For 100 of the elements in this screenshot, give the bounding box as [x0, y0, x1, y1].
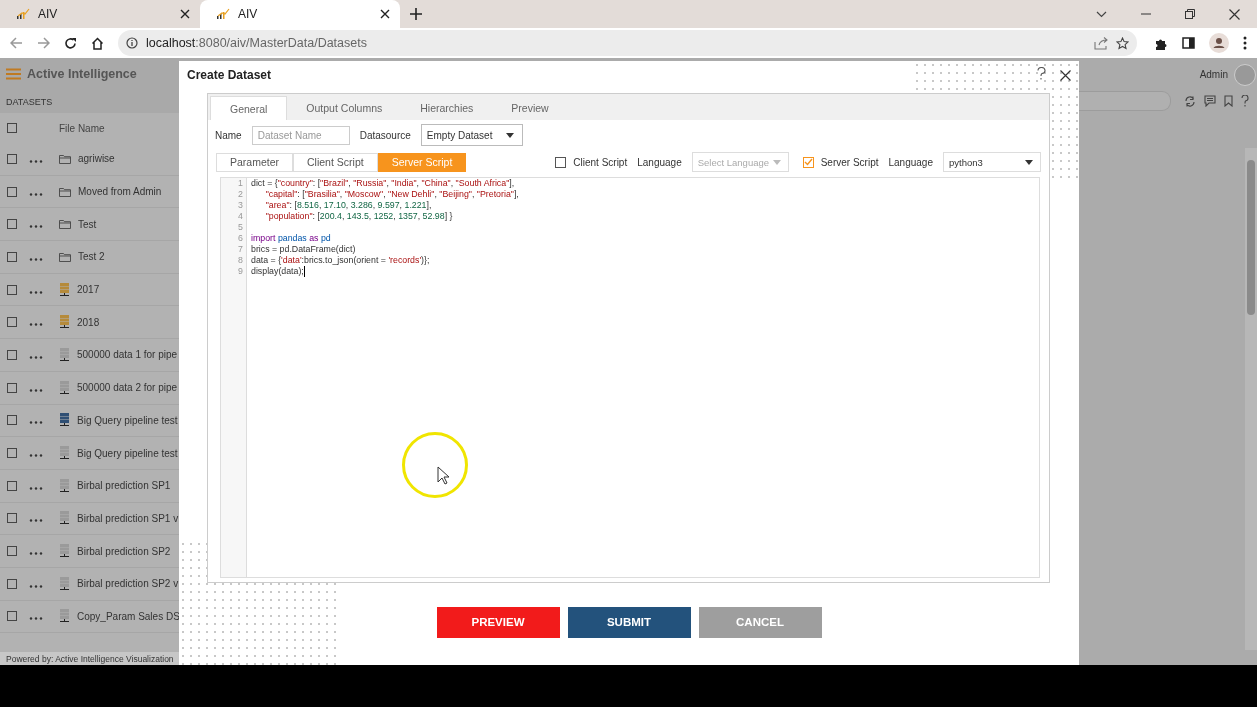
field-label: Language	[888, 156, 933, 168]
home-icon[interactable]	[91, 36, 104, 50]
row-checkbox[interactable]	[7, 415, 17, 426]
address-bar[interactable]: localhost:8080/aiv/MasterData/Datasets	[118, 30, 1137, 56]
tab-title: AIV	[238, 7, 259, 21]
row-checkbox[interactable]	[7, 219, 17, 230]
folder-icon	[59, 251, 71, 262]
checkbox-label: Server Script	[820, 156, 879, 168]
tab[interactable]: General	[210, 96, 288, 120]
close-tab-icon[interactable]	[380, 9, 390, 19]
restore-icon[interactable]	[1185, 9, 1195, 19]
refresh-icon[interactable]	[1184, 95, 1196, 107]
line-number: 3	[237, 200, 243, 211]
action-button[interactable]: SUBMIT	[567, 606, 691, 638]
file-name[interactable]: Birbal prediction SP1	[77, 480, 171, 492]
code-line: "area": [8.516, 17.10, 3.286, 9.597, 1.221],	[264, 200, 432, 211]
folder-icon	[59, 186, 71, 197]
file-name[interactable]: Test 2	[78, 251, 105, 263]
scrollbar[interactable]	[1245, 148, 1257, 650]
close-icon[interactable]	[1229, 8, 1240, 20]
file-name[interactable]: Moved from Admin	[78, 186, 162, 198]
user-name: Admin	[1199, 69, 1228, 80]
app-title: Active Intelligence	[27, 66, 137, 81]
browser-tab[interactable]: AIV	[200, 0, 400, 28]
file-name[interactable]: Birbal prediction SP2 v	[77, 578, 179, 590]
chart-logo-icon	[216, 8, 230, 20]
file-name[interactable]: Copy_Param Sales DS	[77, 610, 179, 622]
tab-title: AIV	[38, 7, 59, 21]
datasource-dropdown[interactable]: Empty Dataset	[420, 124, 524, 146]
footer-text: Powered by: Active Intelligence Visualization	[0, 652, 179, 665]
file-name[interactable]: 2018	[77, 316, 100, 328]
help-icon[interactable]	[1037, 67, 1046, 83]
close-tab-icon[interactable]	[180, 9, 190, 19]
file-name[interactable]: 500000 data 2 for pipe	[77, 382, 178, 394]
search-field[interactable]	[1079, 91, 1171, 111]
more-icon[interactable]	[1243, 36, 1247, 50]
line-number: 6	[237, 233, 243, 244]
tab[interactable]: Preview	[492, 96, 568, 120]
mouse-pointer-icon	[437, 466, 449, 485]
code-line: "population": [200.4, 143.5, 1252, 1357, 52.98] }	[264, 211, 453, 222]
field-label: Language	[637, 156, 682, 168]
profile-icon[interactable]	[1209, 33, 1229, 53]
row-checkbox[interactable]	[7, 611, 17, 622]
tab[interactable]: Hierarchies	[401, 96, 493, 120]
info-icon	[126, 37, 138, 49]
file-name[interactable]: Birbal prediction SP2	[77, 545, 171, 557]
star-icon[interactable]	[1116, 36, 1129, 50]
action-button[interactable]: PREVIEW	[436, 606, 560, 638]
row-checkbox[interactable]	[7, 480, 17, 491]
code-line: "capital": ["Brasilia", "Moscow", "New Dehli", "Beijing", "Pretoria"],	[264, 189, 519, 200]
select-all-checkbox[interactable]	[7, 123, 17, 133]
url-text: localhost:8080/aiv/MasterData/Datasets	[146, 36, 367, 50]
file-name[interactable]: Big Query pipeline test	[77, 447, 178, 459]
file-name[interactable]: 2017	[77, 284, 100, 296]
field-label: Name	[215, 129, 242, 141]
code-line: brics = pd.DataFrame(dict)	[251, 244, 356, 255]
help-icon[interactable]	[1241, 95, 1249, 107]
bookmark-icon[interactable]	[1224, 95, 1233, 107]
reload-icon[interactable]	[64, 36, 77, 50]
comment-icon[interactable]	[1204, 95, 1216, 107]
line-number: 1	[237, 178, 243, 189]
file-name[interactable]: agriwise	[78, 153, 115, 165]
line-number: 2	[237, 189, 243, 200]
row-checkbox[interactable]	[7, 251, 17, 262]
row-checkbox[interactable]	[7, 448, 17, 459]
row-checkbox[interactable]	[7, 284, 17, 295]
dialog-title: Create Dataset	[187, 68, 273, 82]
row-checkbox[interactable]	[7, 513, 17, 524]
row-checkbox[interactable]	[7, 186, 17, 197]
share-icon[interactable]	[1094, 36, 1108, 50]
field-label: Datasource	[359, 129, 411, 141]
chart-logo-icon	[16, 8, 30, 20]
row-checkbox[interactable]	[7, 546, 17, 557]
file-name[interactable]: Test	[78, 218, 97, 230]
side-panel-icon[interactable]	[1182, 37, 1195, 49]
script-tab[interactable]: Client Script	[293, 152, 378, 172]
name-input[interactable]: Dataset Name	[251, 125, 350, 145]
line-number: 5	[237, 222, 243, 233]
browser-tab[interactable]: AIV	[0, 0, 200, 28]
new-tab-icon[interactable]	[410, 8, 422, 20]
row-checkbox[interactable]	[7, 382, 17, 393]
chevron-down-icon[interactable]	[1096, 10, 1107, 18]
row-checkbox[interactable]	[7, 317, 17, 328]
checkbox[interactable]	[802, 156, 814, 168]
row-checkbox[interactable]	[7, 153, 17, 164]
file-name[interactable]: 500000 data 1 for pipe	[77, 349, 178, 361]
row-checkbox[interactable]	[7, 349, 17, 360]
file-name[interactable]: Big Query pipeline test	[77, 414, 178, 426]
close-icon[interactable]	[1060, 69, 1071, 81]
forward-icon[interactable]	[37, 37, 50, 49]
line-number: 7	[237, 244, 243, 255]
language-dropdown[interactable]: python3	[943, 152, 1041, 172]
folder-icon	[59, 153, 71, 164]
back-icon[interactable]	[10, 37, 23, 49]
code-line: data = {'data':brics.to_json(orient = 'records')};	[251, 255, 430, 266]
tab[interactable]: Output Columns	[287, 96, 402, 120]
file-name[interactable]: Birbal prediction SP1 v	[77, 512, 179, 524]
script-tab[interactable]: Parameter	[216, 152, 294, 172]
line-number: 4	[237, 211, 243, 222]
row-checkbox[interactable]	[7, 578, 17, 589]
